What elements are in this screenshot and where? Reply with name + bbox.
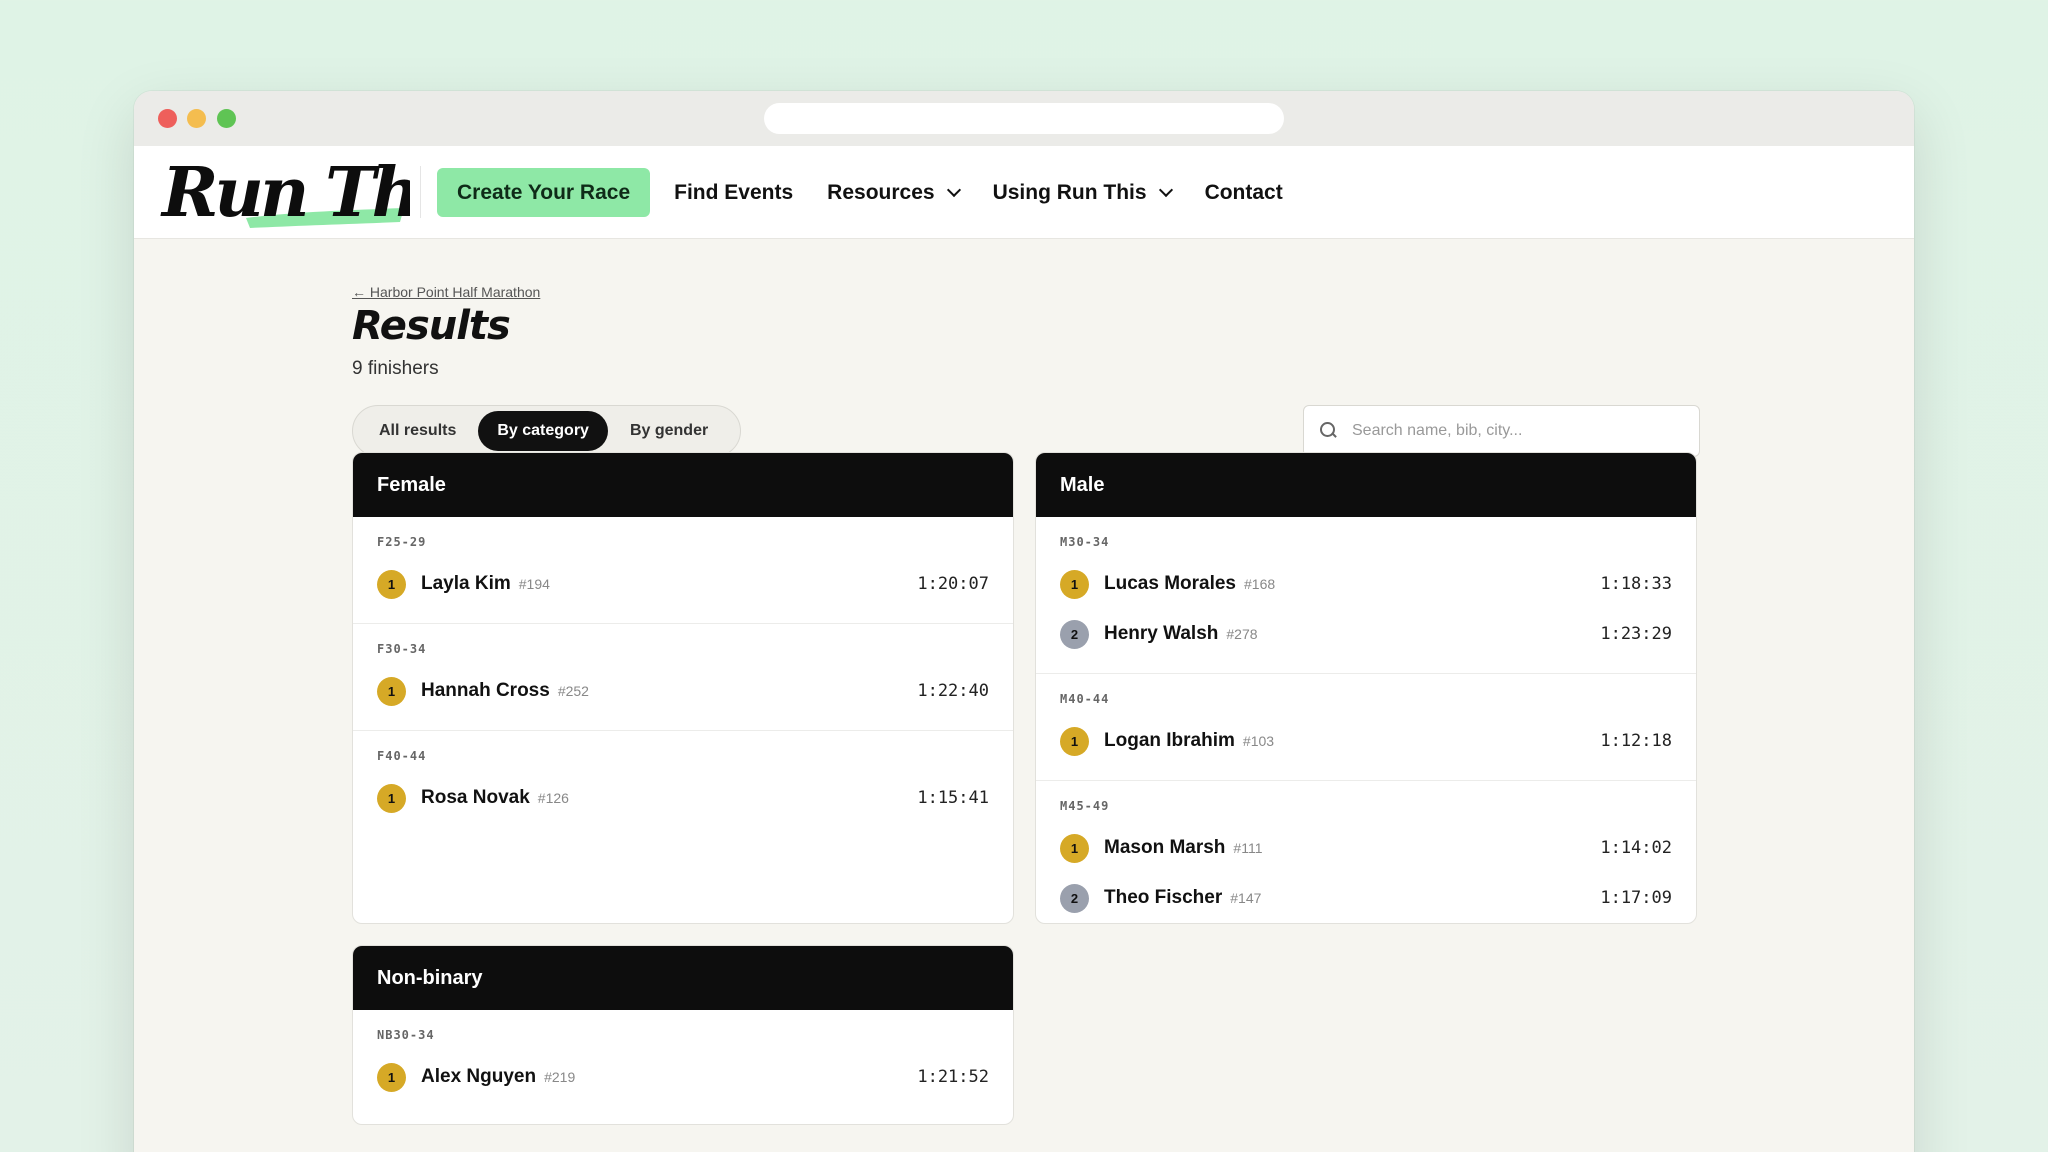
bib-number: #126 xyxy=(537,790,569,806)
finish-time: 1:15:41 xyxy=(917,788,989,808)
division-card-non-binary: Non-binary NB30-34 1 Alex Nguyen #219 1:21:52 xyxy=(352,945,1014,1125)
site-header: Run This Create Your Race Find Events Re… xyxy=(134,146,1914,239)
nav-link-using-run-this[interactable]: Using Run This xyxy=(992,180,1173,205)
search-icon xyxy=(1320,422,1338,440)
breadcrumb-back-link[interactable]: ← Harbor Point Half Marathon xyxy=(352,284,1700,300)
bib-number: #278 xyxy=(1226,626,1258,642)
result-row[interactable]: 1 Rosa Novak #126 1:15:41 xyxy=(377,773,989,823)
header-divider xyxy=(420,166,421,218)
result-row[interactable]: 2 Henry Walsh #278 1:23:29 xyxy=(1060,609,1672,659)
category-label: M45-49 xyxy=(1060,799,1110,813)
nav-link-label: Resources xyxy=(827,180,935,204)
category-group: NB30-34 1 Alex Nguyen #219 1:21:52 xyxy=(353,1010,1013,1116)
category-group: M30-34 1 Lucas Morales #168 1:18:33 2 Henry Wa… xyxy=(1036,517,1696,674)
runner-name[interactable]: Lucas Morales xyxy=(1104,573,1236,595)
nav-link-label: Find Events xyxy=(674,180,794,204)
finisher-count: 9 finishers xyxy=(352,358,439,379)
category-label: M40-44 xyxy=(1060,692,1110,706)
finish-time: 1:12:18 xyxy=(1600,731,1672,751)
place-badge: 2 xyxy=(1060,619,1089,649)
result-row[interactable]: 1 Alex Nguyen #219 1:21:52 xyxy=(377,1052,989,1102)
division-title: Non-binary xyxy=(353,946,1013,1010)
runner-name[interactable]: Layla Kim xyxy=(421,573,511,595)
category-label: M30-34 xyxy=(1060,535,1110,549)
place-badge: 1 xyxy=(377,1062,406,1092)
bib-number: #252 xyxy=(557,683,589,699)
runner-name[interactable]: Henry Walsh xyxy=(1104,623,1218,645)
chevron-down-icon xyxy=(946,182,961,197)
nav-link-resources[interactable]: Resources xyxy=(827,180,961,205)
category-label: F30-34 xyxy=(377,642,427,656)
category-label: NB30-34 xyxy=(377,1028,435,1042)
search-input[interactable] xyxy=(1352,422,1672,440)
nav-link-find-events[interactable]: Find Events xyxy=(674,181,793,205)
category-group: F25-29 1 Layla Kim #194 1:20:07 xyxy=(353,517,1013,624)
category-group: F30-34 1 Hannah Cross #252 1:22:40 xyxy=(353,624,1013,731)
main-content: ← Harbor Point Half Marathon Results 9 f… xyxy=(352,284,1700,1125)
page-title: Results xyxy=(352,303,511,349)
minimize-window-button[interactable] xyxy=(187,109,206,128)
result-row[interactable]: 1 Logan Ibrahim #103 1:12:18 xyxy=(1060,716,1672,766)
close-window-button[interactable] xyxy=(158,109,177,128)
runner-name[interactable]: Logan Ibrahim xyxy=(1104,730,1235,752)
division-card-female: Female F25-29 1 Layla Kim #194 1:20:07 F30-34 1… xyxy=(352,452,1014,924)
bib-number: #147 xyxy=(1230,890,1262,906)
result-row[interactable]: 2 Theo Fischer #147 1:17:09 xyxy=(1060,873,1672,923)
runner-name[interactable]: Theo Fischer xyxy=(1104,887,1222,909)
runner-name[interactable]: Mason Marsh xyxy=(1104,837,1225,859)
tab-all-results[interactable]: All results xyxy=(357,411,478,451)
place-badge: 1 xyxy=(377,569,406,599)
place-badge: 1 xyxy=(1060,833,1089,863)
finish-time: 1:20:07 xyxy=(917,574,989,594)
bib-number: #168 xyxy=(1244,576,1276,592)
browser-window: Run This Create Your Race Find Events Re… xyxy=(134,91,1914,1152)
result-row[interactable]: 1 Lucas Morales #168 1:18:33 xyxy=(1060,559,1672,609)
nav-link-label: Contact xyxy=(1204,180,1283,204)
finish-time: 1:23:29 xyxy=(1600,624,1672,644)
division-title: Male xyxy=(1036,453,1696,517)
chevron-down-icon xyxy=(1158,182,1173,197)
finish-time: 1:22:40 xyxy=(917,681,989,701)
finish-time: 1:17:09 xyxy=(1600,888,1672,908)
finish-time: 1:14:02 xyxy=(1600,838,1672,858)
runner-name[interactable]: Alex Nguyen xyxy=(421,1066,536,1088)
place-badge: 1 xyxy=(1060,569,1089,599)
runner-name[interactable]: Rosa Novak xyxy=(421,787,530,809)
result-row[interactable]: 1 Layla Kim #194 1:20:07 xyxy=(377,559,989,609)
logo-text: Run This xyxy=(160,153,410,233)
maximize-window-button[interactable] xyxy=(217,109,236,128)
category-group: M40-44 1 Logan Ibrahim #103 1:12:18 xyxy=(1036,674,1696,781)
place-badge: 2 xyxy=(1060,883,1089,913)
category-label: F25-29 xyxy=(377,535,427,549)
nav-link-contact[interactable]: Contact xyxy=(1205,181,1283,205)
category-group: M45-49 1 Mason Marsh #111 1:14:02 2 Theo Fisch… xyxy=(1036,781,1696,923)
finish-time: 1:21:52 xyxy=(917,1067,989,1087)
result-row[interactable]: 1 Hannah Cross #252 1:22:40 xyxy=(377,666,989,716)
nav-link-label: Using Run This xyxy=(992,180,1147,204)
division-card-male: Male M30-34 1 Lucas Morales #168 1:18:33 2 Henr… xyxy=(1035,452,1697,924)
division-title: Female xyxy=(353,453,1013,517)
finish-time: 1:18:33 xyxy=(1600,574,1672,594)
result-row[interactable]: 1 Mason Marsh #111 1:14:02 xyxy=(1060,823,1672,873)
bib-number: #111 xyxy=(1233,840,1263,856)
category-label: F40-44 xyxy=(377,749,427,763)
search-box[interactable] xyxy=(1303,405,1700,457)
results-toolbar: All results By category By gender xyxy=(352,405,1700,457)
runner-name[interactable]: Hannah Cross xyxy=(421,680,550,702)
create-your-race-button[interactable]: Create Your Race xyxy=(437,168,651,217)
view-toggle: All results By category By gender xyxy=(352,405,741,457)
title-bar xyxy=(134,91,1914,146)
place-badge: 1 xyxy=(1060,726,1089,756)
address-bar[interactable] xyxy=(764,103,1284,134)
main-nav: Create Your Race Find Events Resources U… xyxy=(437,146,1317,239)
tab-by-category[interactable]: By category xyxy=(478,411,608,451)
bib-number: #103 xyxy=(1242,733,1275,749)
bib-number: #194 xyxy=(518,576,550,592)
category-group: F40-44 1 Rosa Novak #126 1:15:41 xyxy=(353,731,1013,837)
place-badge: 1 xyxy=(377,783,406,813)
tab-by-gender[interactable]: By gender xyxy=(608,411,730,451)
run-this-logo[interactable]: Run This xyxy=(160,152,410,236)
bib-number: #219 xyxy=(544,1069,576,1085)
place-badge: 1 xyxy=(377,676,406,706)
